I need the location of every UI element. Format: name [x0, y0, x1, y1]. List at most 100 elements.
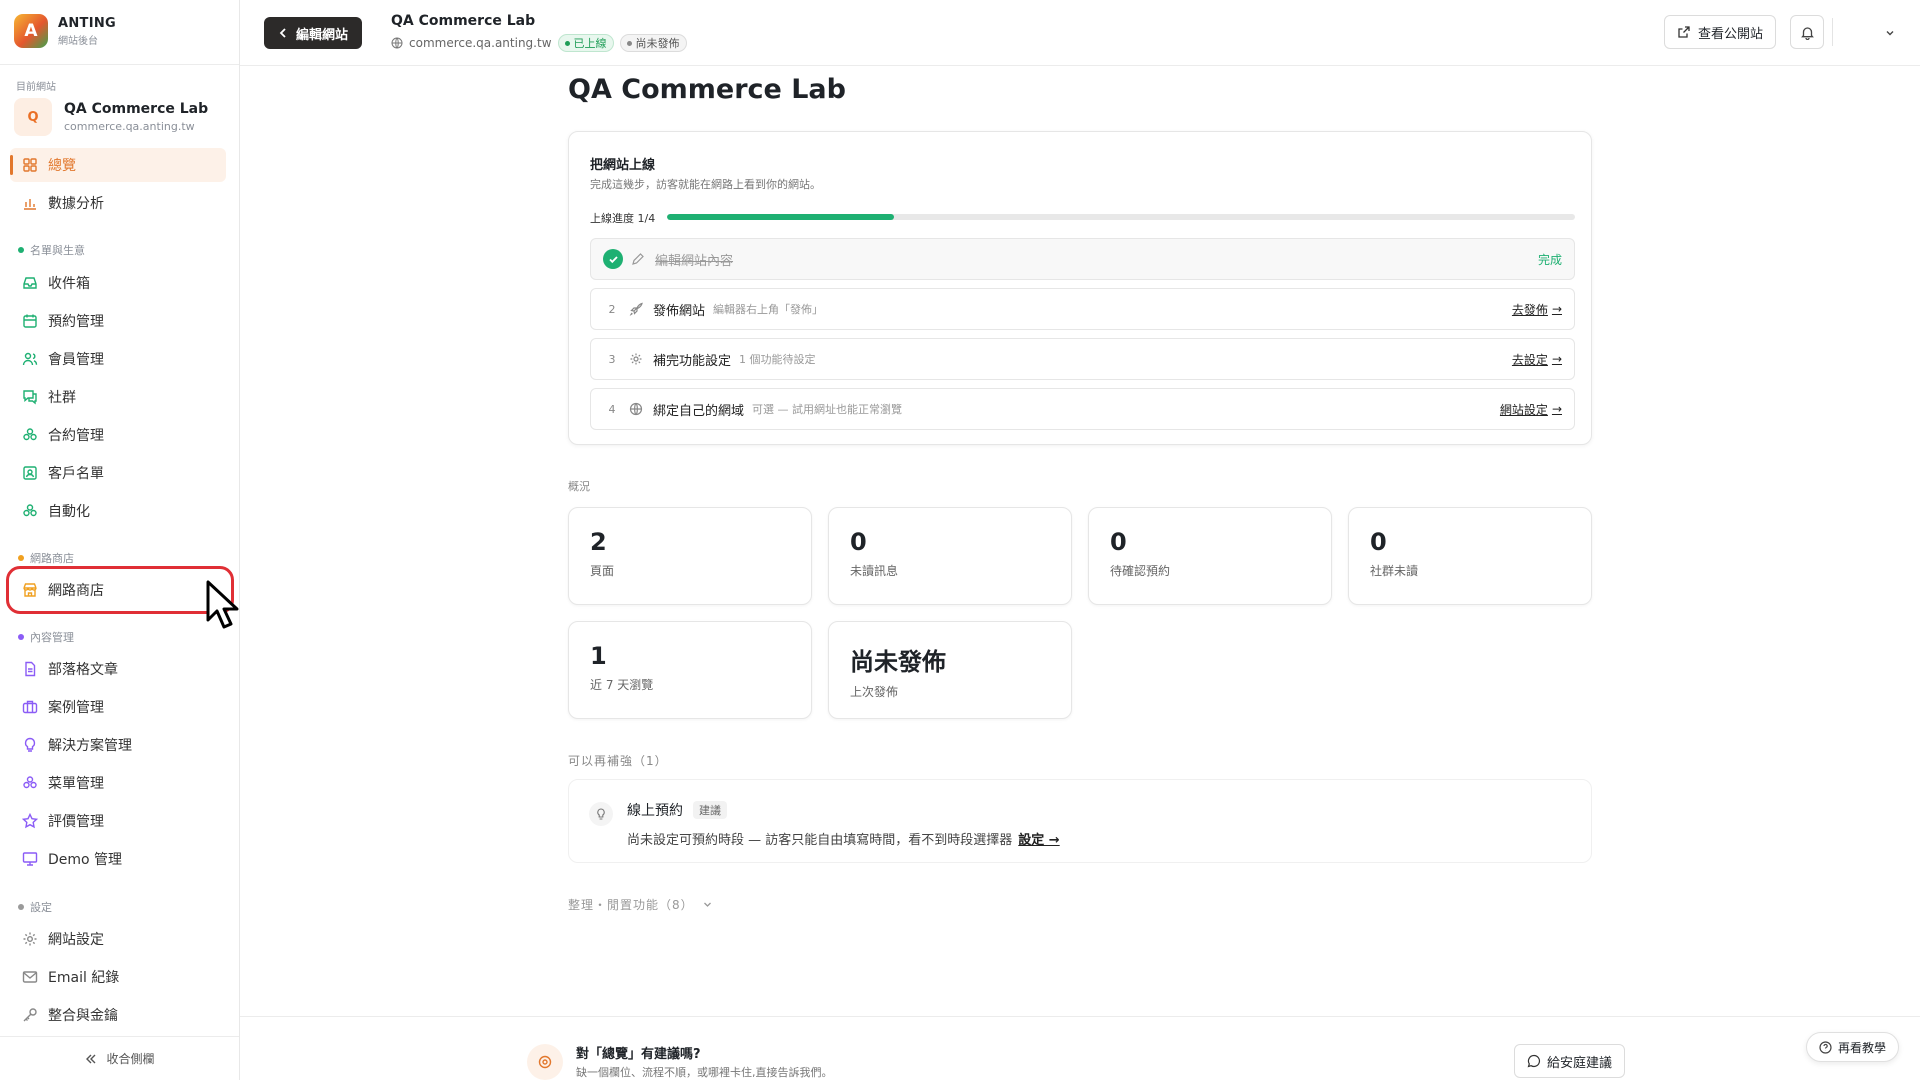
edit-site-label: 編輯網站	[296, 27, 349, 43]
section-dot	[18, 634, 24, 640]
help-circle-icon	[1819, 1040, 1832, 1054]
step-custom-domain[interactable]: 4 綁定自己的網域 可選 — 試用網址也能正常瀏覽 網站設定 →	[590, 388, 1575, 430]
sidebar-item-reviews[interactable]: 評價管理	[10, 804, 226, 838]
step-edit-content[interactable]: 編輯網站內容 完成	[590, 238, 1575, 280]
sidebar-item-email-log[interactable]: Email 紀錄	[10, 960, 226, 994]
sidebar-item-demo[interactable]: Demo 管理	[10, 842, 226, 876]
chat-icon	[23, 390, 37, 405]
sidebar-item-label: 收件箱	[48, 276, 90, 292]
sidebar-item-integrations[interactable]: 整合與金鑰	[10, 998, 226, 1032]
site-switcher[interactable]: Q QA Commerce Lab commerce.qa.anting.tw	[14, 98, 208, 136]
sidebar-item-blog[interactable]: 部落格文章	[10, 652, 226, 686]
bell-icon	[1800, 26, 1814, 40]
key-icon	[23, 1008, 37, 1022]
brand[interactable]: A ANTING 網站後台	[14, 14, 116, 48]
users-icon	[22, 352, 38, 366]
sidebar-item-analytics[interactable]: 數據分析	[10, 186, 226, 220]
feedback-bar: 對「總覽」有建議嗎? 缺一個欄位、流程不順，或哪裡卡住,直接告訴我們。 給安庭建…	[240, 1016, 1920, 1080]
suggestion-tag: 建議	[693, 801, 727, 819]
sidebar-item-label: Demo 管理	[48, 852, 123, 868]
sidebar-item-inbox[interactable]: 收件箱	[10, 266, 226, 300]
replay-tutorial-button[interactable]: 再看教學	[1806, 1032, 1900, 1062]
overview-label: 概況	[568, 480, 590, 493]
idle-features-toggle[interactable]: 整理・閒置功能（8）	[568, 896, 713, 913]
site-title: QA Commerce Lab	[391, 13, 536, 29]
arrow-right-icon: →	[1551, 402, 1562, 416]
stat-card-unread-messages[interactable]: 0 未讀訊息	[828, 507, 1072, 605]
sidebar-item-menus[interactable]: 菜單管理	[10, 766, 226, 800]
stat-value: 0	[1110, 528, 1127, 556]
message-icon	[1527, 1054, 1541, 1068]
stat-card-last-publish[interactable]: 尚未發佈 上次發佈	[828, 621, 1072, 719]
edit-site-button[interactable]: 編輯網站	[264, 17, 363, 49]
sidebar-item-contracts[interactable]: 合約管理	[10, 418, 226, 452]
site-domain[interactable]: commerce.qa.anting.tw	[409, 36, 552, 50]
step-text: 綁定自己的網域	[653, 403, 745, 419]
sidebar-item-label: 整合與金鑰	[48, 1008, 118, 1024]
go-settings-link[interactable]: 去設定 →	[1512, 351, 1562, 368]
stat-value: 尚未發佈	[850, 648, 946, 676]
section-label-text: 內容管理	[30, 631, 74, 644]
mail-icon	[22, 971, 38, 983]
stat-label: 上次發佈	[850, 685, 899, 699]
step-number: 3	[608, 352, 616, 366]
stat-label: 頁面	[590, 564, 615, 578]
progress-label: 上線進度 1/4	[590, 212, 656, 225]
account-menu-button[interactable]	[1880, 23, 1900, 43]
sidebar-item-customers[interactable]: 客戶名單	[10, 456, 226, 490]
step-done-label: 完成	[1537, 252, 1562, 267]
sidebar-item-bookings[interactable]: 預約管理	[10, 304, 226, 338]
external-link-icon	[1678, 26, 1690, 38]
pencil-icon	[632, 253, 644, 265]
stat-card-pages[interactable]: 2 頁面	[568, 507, 812, 605]
sidebar-item-overview[interactable]: 總覽	[10, 148, 226, 182]
step-action-label: 去設定	[1511, 352, 1548, 367]
calendar-icon	[23, 314, 37, 328]
section-label-text: 網路商店	[30, 552, 74, 565]
sidebar-item-label: 總覽	[48, 158, 76, 174]
site-settings-link[interactable]: 網站設定 →	[1500, 401, 1562, 418]
step-hint: 編輯器右上角「發佈」	[713, 303, 824, 316]
status-badge-draft: 尚未發佈	[619, 34, 687, 52]
collapse-label: 收合側欄	[106, 1052, 155, 1066]
go-publish-link[interactable]: 去發佈 →	[1512, 301, 1562, 318]
sidebar-item-cases[interactable]: 案例管理	[10, 690, 226, 724]
improvements-label: 可以再補強（1）	[568, 754, 668, 768]
view-public-site-button[interactable]: 查看公開站	[1664, 15, 1777, 49]
sidebar-item-label: 客戶名單	[48, 466, 104, 482]
suggestion-setup-link[interactable]: 設定 →	[1018, 833, 1059, 848]
status-dot	[564, 40, 570, 46]
stat-card-community-unread[interactable]: 0 社群未讀	[1348, 507, 1592, 605]
step-text: 編輯網站內容	[655, 253, 734, 269]
mouse-cursor-icon	[206, 580, 239, 629]
stat-card-weekly-views[interactable]: 1 近 7 天瀏覽	[568, 621, 812, 719]
step-number: 4	[608, 402, 616, 416]
sidebar-item-community[interactable]: 社群	[10, 380, 226, 414]
chevron-down-icon	[1886, 31, 1894, 36]
notifications-button[interactable]	[1790, 15, 1824, 49]
monitor-icon	[22, 852, 38, 866]
sidebar-item-members[interactable]: 會員管理	[10, 342, 226, 376]
feedback-icon	[527, 1044, 563, 1080]
section-dot	[18, 247, 24, 253]
sidebar-item-site-settings[interactable]: 網站設定	[10, 922, 226, 956]
step-feature-settings[interactable]: 3 補完功能設定 1 個功能待設定 去設定 →	[590, 338, 1575, 380]
section-dot	[18, 904, 24, 910]
site-avatar: Q	[14, 98, 52, 136]
give-feedback-button[interactable]: 給安庭建議	[1514, 1044, 1626, 1078]
collapse-sidebar-button[interactable]: 收合側欄	[0, 1036, 239, 1080]
brand-subtitle: 網站後台	[58, 35, 98, 47]
gear-icon	[23, 932, 37, 946]
inbox-icon	[23, 277, 37, 289]
sidebar-item-automation[interactable]: 自動化	[10, 494, 226, 528]
stat-label: 待確認預約	[1110, 564, 1171, 578]
site-meta: commerce.qa.anting.tw 已上線 尚未發佈	[391, 34, 687, 52]
step-hint: 1 個功能待設定	[739, 353, 816, 366]
sidebar-item-solutions[interactable]: 解決方案管理	[10, 728, 226, 762]
lightbulb-icon	[589, 802, 613, 826]
step-publish[interactable]: 2 發佈網站 編輯器右上角「發佈」 去發佈 →	[590, 288, 1575, 330]
sidebar-item-label: 合約管理	[48, 428, 104, 444]
stat-card-pending-bookings[interactable]: 0 待確認預約	[1088, 507, 1332, 605]
idle-features-label: 整理・閒置功能（8）	[568, 898, 694, 912]
status-live-label: 已上線	[573, 37, 607, 50]
